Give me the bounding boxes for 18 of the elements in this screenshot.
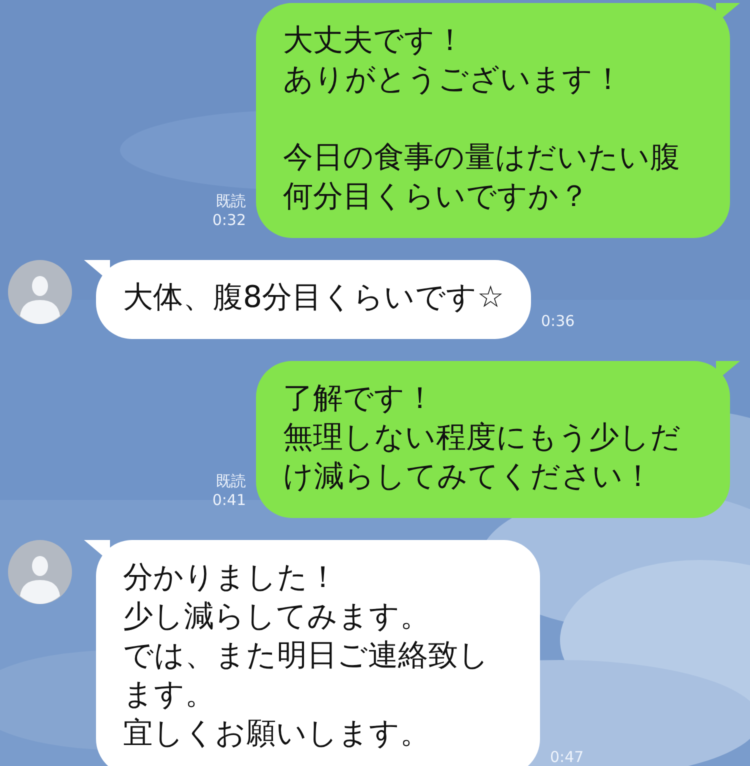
message-text: 宜しくお願いします。 (123, 715, 430, 753)
avatar-icon[interactable] (8, 260, 72, 324)
message-text: 今日の食事の量はだいたい腹何分目くらいですか？ (283, 139, 681, 216)
message-text: 了解です！ (283, 380, 435, 418)
avatar-icon[interactable] (8, 540, 72, 604)
message-time: 0:47 (550, 748, 584, 766)
message-time: 0:41 (212, 491, 246, 510)
message-text: 少し減らしてみます。 (123, 598, 430, 636)
message-text: ありがとうございます！ (283, 61, 623, 99)
read-receipt: 既読 (216, 472, 246, 491)
message-text: 大体、腹8分目くらいです☆ (123, 279, 504, 317)
message-text: 大丈夫です！ (283, 22, 465, 60)
message-text: では、また明日ご連絡致します。 (123, 637, 490, 714)
message-time: 0:36 (540, 312, 575, 331)
message-time: 0:32 (212, 211, 246, 230)
message-text: 分かりました！ (123, 559, 338, 597)
read-receipt: 既読 (216, 192, 246, 211)
message-text: 無理しない程度にもう少しだけ減らしてみてください！ (283, 419, 682, 496)
